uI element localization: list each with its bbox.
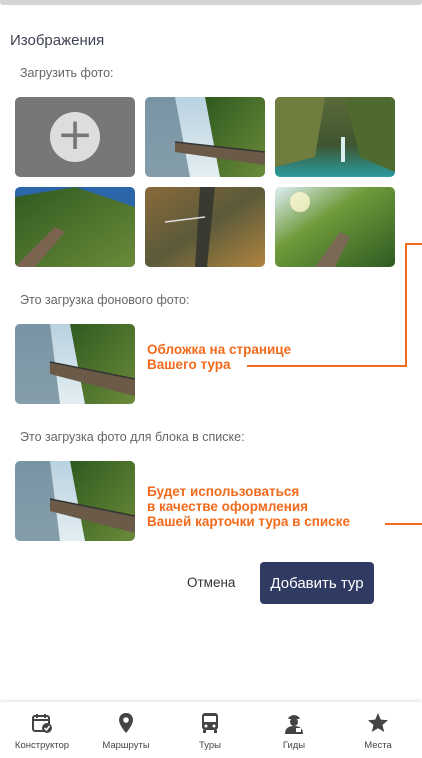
background-photo[interactable]: [15, 324, 135, 404]
nav-item-routes[interactable]: Маршруты: [84, 702, 168, 758]
cancel-button[interactable]: Отмена: [187, 575, 235, 590]
guide-icon: [283, 712, 305, 734]
add-photo-button[interactable]: +: [15, 97, 135, 177]
plus-icon: +: [50, 112, 100, 162]
nav-item-constructor[interactable]: Конструктор: [0, 702, 84, 758]
background-note: Обложка на странице Вашего тура: [147, 342, 292, 372]
photo-thumbnail[interactable]: [275, 97, 395, 177]
calendar-check-icon: [31, 712, 53, 734]
star-icon: [367, 712, 389, 734]
photo-thumbnail[interactable]: [15, 187, 135, 267]
list-note: Будет использоваться в качестве оформлен…: [147, 484, 350, 529]
top-bar: [0, 0, 422, 5]
background-label: Это загрузка фонового фото:: [20, 293, 190, 307]
upload-label: Загрузить фото:: [20, 66, 114, 80]
list-photo[interactable]: [15, 461, 135, 541]
pointer-line: [405, 243, 422, 245]
nav-item-guides[interactable]: Гиды: [252, 702, 336, 758]
list-label: Это загрузка фото для блока в списке:: [20, 430, 245, 444]
nav-item-places[interactable]: Места: [336, 702, 420, 758]
pointer-line: [247, 365, 407, 367]
photo-thumbnail[interactable]: [145, 187, 265, 267]
nav-item-tours[interactable]: Туры: [168, 702, 252, 758]
photo-thumbnail[interactable]: [275, 187, 395, 267]
add-tour-button[interactable]: Добавить тур: [260, 562, 374, 604]
bottom-navigation: Конструктор Маршруты Туры Гиды Места: [0, 702, 422, 758]
bus-icon: [199, 712, 221, 734]
pointer-line: [385, 523, 422, 525]
pointer-line: [405, 243, 407, 367]
section-title: Изображения: [10, 32, 105, 49]
photo-thumbnail[interactable]: [145, 97, 265, 177]
map-pin-icon: [115, 712, 137, 734]
